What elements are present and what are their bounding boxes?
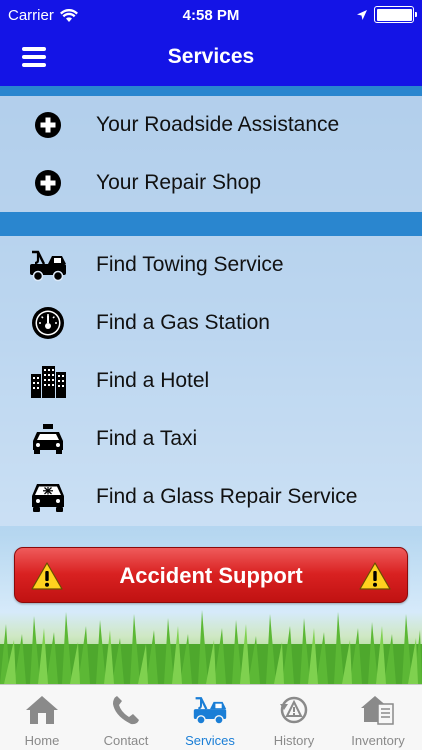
tow-truck-icon (190, 691, 230, 729)
row-label: Find a Glass Repair Service (96, 485, 358, 508)
gauge-icon (28, 305, 68, 341)
plus-circle-icon (28, 107, 68, 143)
services-section-2: Find Towing Service Find a Gas Station F… (0, 236, 422, 526)
row-label: Find Towing Service (96, 253, 284, 276)
history-icon (274, 691, 314, 729)
tab-services[interactable]: Services (168, 685, 252, 750)
tab-label: Services (185, 733, 235, 748)
services-content: Your Roadside Assistance Your Repair Sho… (0, 86, 422, 684)
row-label: Find a Taxi (96, 427, 198, 450)
row-repair-shop[interactable]: Your Repair Shop (0, 154, 422, 212)
row-label: Your Roadside Assistance (96, 113, 340, 136)
grass-background (0, 610, 422, 684)
accident-support-button[interactable]: Accident Support (14, 547, 408, 603)
tab-bar: Home Contact Services History Inventory (0, 684, 422, 750)
status-bar: Carrier 4:58 PM (0, 0, 422, 32)
services-section-1: Your Roadside Assistance Your Repair Sho… (0, 96, 422, 212)
status-right (356, 6, 417, 23)
warning-icon (359, 562, 391, 590)
tow-truck-icon (28, 247, 68, 283)
row-hotel[interactable]: Find a Hotel (0, 352, 422, 410)
row-roadside-assistance[interactable]: Your Roadside Assistance (0, 96, 422, 154)
location-arrow-icon (357, 9, 367, 20)
row-glass-repair[interactable]: Find a Glass Repair Service (0, 468, 422, 526)
tab-inventory[interactable]: Inventory (336, 685, 420, 750)
section-divider (0, 212, 422, 236)
row-label: Find a Gas Station (96, 311, 270, 334)
tab-home[interactable]: Home (0, 685, 84, 750)
row-taxi[interactable]: Find a Taxi (0, 410, 422, 468)
tab-label: Home (24, 733, 60, 748)
accident-support-label: Accident Support (119, 563, 303, 588)
car-glass-icon (28, 479, 68, 515)
hotel-icon (28, 363, 68, 399)
taxi-icon (28, 421, 68, 457)
phone-icon (106, 691, 146, 729)
row-label: Find a Hotel (96, 369, 210, 392)
row-gas-station[interactable]: Find a Gas Station (0, 294, 422, 352)
page-title: Services (167, 45, 255, 68)
tab-label: Contact (103, 733, 149, 748)
tab-contact[interactable]: Contact (84, 685, 168, 750)
section-divider (0, 86, 422, 96)
row-towing-service[interactable]: Find Towing Service (0, 236, 422, 294)
tab-history[interactable]: History (252, 685, 336, 750)
plus-circle-icon (28, 165, 68, 201)
battery-icon (374, 6, 417, 23)
row-label: Your Repair Shop (96, 171, 262, 194)
inventory-icon (358, 691, 398, 729)
home-icon (22, 691, 62, 729)
nav-bar: Services (0, 32, 422, 86)
tab-label: History (273, 733, 315, 748)
tab-label: Inventory (351, 733, 405, 748)
